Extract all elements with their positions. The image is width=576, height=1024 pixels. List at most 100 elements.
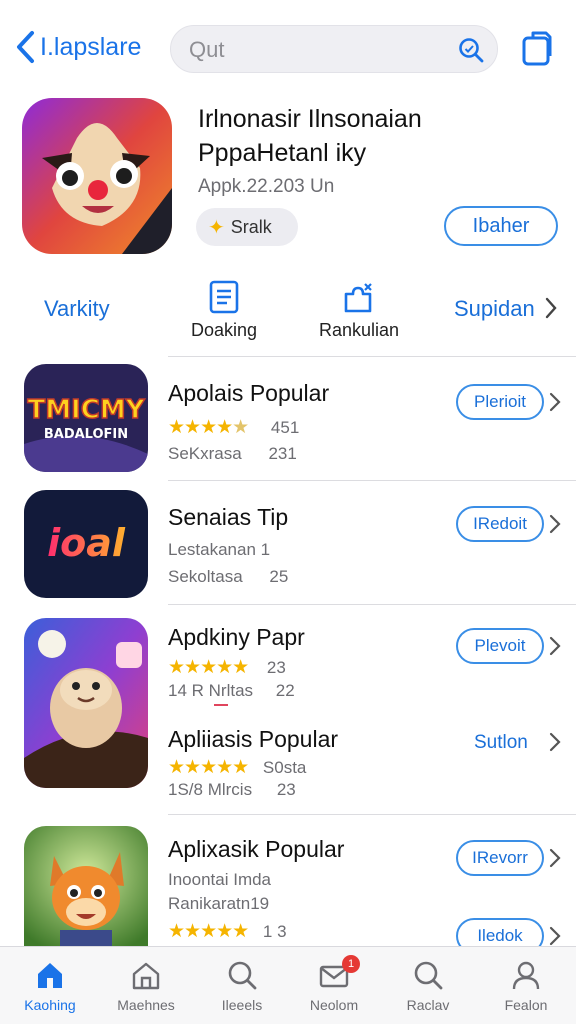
app-meta: 1S/8 Mlrcis 23 [168, 780, 296, 800]
chevron-right-icon[interactable] [548, 513, 562, 535]
chevron-right-icon[interactable] [548, 391, 562, 413]
app-name: Apliiasis Popular [168, 726, 339, 752]
app-icon[interactable]: ioal [24, 490, 148, 598]
app-get-button[interactable]: Plerioit [456, 384, 544, 420]
home-icon [38, 963, 62, 988]
app-get-button[interactable]: IRevorr [456, 840, 544, 876]
hero-title-line1: Irlnonasir Ilnsonaian [198, 105, 422, 133]
hero-app-icon[interactable] [22, 98, 172, 254]
app-icon-text: ioal [47, 521, 126, 565]
notification-badge: 1 [342, 955, 360, 973]
apps-icon [132, 962, 160, 990]
rating-value: 23 [266, 658, 286, 677]
search-icon [414, 961, 443, 990]
search-icon[interactable] [457, 36, 485, 64]
category-item-doaking[interactable]: Doaking [182, 280, 266, 341]
hero-version: Appk.22.203 Un [198, 176, 335, 197]
back-button[interactable]: I.lapslare [14, 30, 141, 64]
tab-mail[interactable]: 1 Neolom [286, 955, 382, 1013]
app-category: Ranikaratn19 [168, 894, 270, 913]
search-placeholder: Qut [189, 37, 225, 62]
rating-chip[interactable]: ✦ Sralk [196, 208, 298, 246]
divider [168, 356, 576, 357]
rating-stars-icon: ★★★★★ [168, 921, 249, 942]
category-item-rankulian[interactable]: Rankulian [312, 280, 406, 341]
rating-stars-icon: ★★★★ [168, 417, 233, 438]
app-rating: ★★★★★ 451 [168, 417, 300, 438]
tab-label: Neolom [309, 997, 359, 1013]
app-icon[interactable] [24, 826, 148, 946]
app-rating: ★★★★★ S0sta [168, 756, 306, 779]
category-label: Rankulian [318, 320, 400, 340]
tab-search[interactable]: Ileeels [194, 959, 290, 1013]
tab-home[interactable]: Kaohing [2, 959, 98, 1013]
rating-value: S0sta [262, 758, 307, 777]
chevron-right-icon[interactable] [548, 847, 562, 869]
app-meta-right: 231 [268, 444, 297, 463]
app-name: Senaias Tip [168, 504, 289, 530]
chip-label: Sralk [230, 216, 272, 237]
back-label: I.lapslare [40, 32, 142, 61]
rating-value: 451 [270, 418, 300, 437]
app-rating: ★★★★★ 23 [168, 656, 286, 679]
share-icon[interactable] [520, 28, 554, 68]
app-meta-right: 22 [275, 681, 295, 700]
app-get-button[interactable]: Plevoit [456, 628, 544, 664]
app-meta: 14 R Nrltas 22 [168, 681, 295, 701]
app-get-button[interactable]: IRedoit [456, 506, 544, 542]
star-icon: ✦ [208, 216, 225, 239]
hero-action-button[interactable]: Ibaher [444, 206, 558, 246]
rating-stars-icon: ★★★★★ [168, 757, 249, 778]
app-meta-left: SeKxrasa [168, 444, 242, 463]
app-link[interactable]: Sutlon [474, 732, 528, 754]
tab-apps[interactable]: Maehnes [98, 959, 194, 1013]
tab-label: Fealon [504, 997, 548, 1013]
app-developer: Lestakanan 1 [168, 540, 271, 559]
category-left-link[interactable]: Varkity [44, 296, 110, 322]
app-name: Apdkiny Papr [168, 624, 305, 650]
category-row: Varkity Doaking Rankulian Supidan [0, 280, 576, 350]
divider [168, 604, 576, 605]
app-meta: Sekoltasa 25 [168, 567, 288, 587]
app-icon-subtitle-text: BADALOFIN [44, 427, 128, 442]
app-developer: Inoontai Imda [168, 870, 272, 889]
rating-stars-icon: ★★★★★ [168, 657, 249, 678]
app-rating: ★★★★★ 1 3 [168, 920, 287, 943]
chevron-left-icon [17, 31, 34, 63]
app-meta-left: 14 R Nrltas [168, 681, 254, 700]
header: I.lapslare Qut [0, 22, 576, 78]
tab-label: Ileeels [221, 997, 263, 1013]
chevron-right-icon[interactable] [548, 925, 562, 947]
divider [168, 480, 576, 481]
tab-bar: Kaohing Maehnes Ileeels 1 Neolom Raclav … [0, 946, 576, 1024]
chevron-right-icon[interactable] [544, 296, 558, 320]
search-icon [228, 961, 257, 990]
hero-title: Irlnonasir Ilnsonaian PppaHetanl iky [198, 102, 558, 170]
category-right-link[interactable]: Supidan [454, 296, 535, 322]
profile-icon [512, 961, 540, 990]
tab-label: Raclav [406, 997, 450, 1013]
puzzle-icon [344, 283, 372, 313]
document-icon [209, 280, 239, 314]
chevron-right-icon[interactable] [548, 635, 562, 657]
tab-label: Maehnes [117, 997, 175, 1013]
tab-label: Kaohing [24, 997, 76, 1013]
app-name: Apolais Popular [168, 380, 330, 406]
app-meta: SeKxrasa 231 [168, 444, 297, 464]
app-meta-left: 1S/8 Mlrcis [168, 780, 253, 799]
app-icon-title-text: TMICMY [27, 395, 145, 425]
progress-mark [214, 704, 228, 706]
app-meta-right: 23 [276, 780, 296, 799]
app-meta-right: 25 [269, 567, 289, 586]
app-icon[interactable]: TMICMY BADALOFIN [24, 364, 148, 472]
app-meta-left: Sekoltasa [168, 567, 243, 586]
tab-review[interactable]: Raclav [380, 959, 476, 1013]
tab-profile[interactable]: Fealon [478, 959, 574, 1013]
hero-title-line2: PppaHetanl iky [198, 139, 367, 167]
category-label: Doaking [190, 320, 258, 340]
divider [168, 814, 576, 815]
app-icon[interactable] [24, 618, 148, 788]
app-name: Aplixasik Popular [168, 836, 345, 862]
chevron-right-icon[interactable] [548, 731, 562, 753]
search-input[interactable]: Qut [170, 25, 498, 73]
